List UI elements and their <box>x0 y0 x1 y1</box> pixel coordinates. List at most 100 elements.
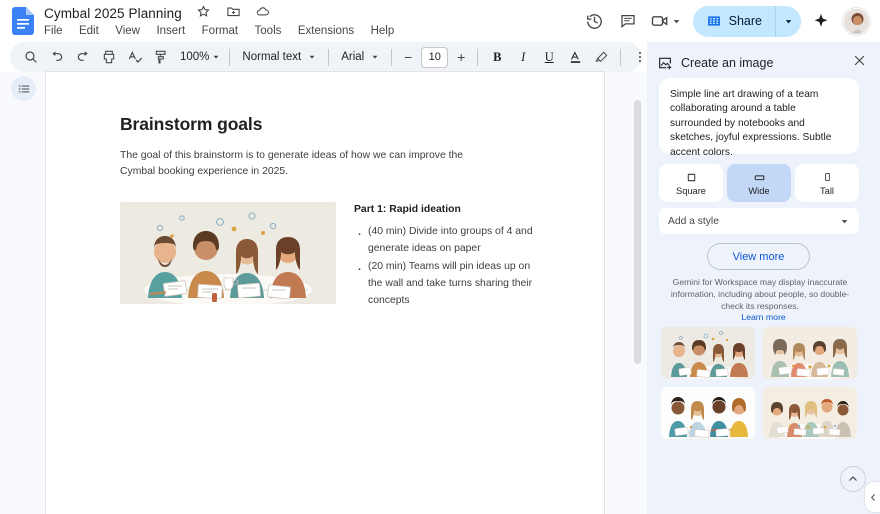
redo-icon[interactable] <box>70 45 96 69</box>
title-icon-group <box>196 4 280 22</box>
list-item: (20 min) Teams will pin ideas up on the … <box>354 259 540 310</box>
page-title: Brainstorm goals <box>120 114 544 135</box>
print-icon[interactable] <box>96 45 122 69</box>
menu-tools[interactable]: Tools <box>255 25 282 37</box>
font-size-increase-button[interactable]: + <box>451 46 471 68</box>
left-rail <box>0 72 46 514</box>
toolbar-divider <box>620 49 621 66</box>
bullet-list: (40 min) Divide into groups of 4 and gen… <box>354 224 540 309</box>
generated-image-4[interactable] <box>763 387 857 439</box>
toolbar-divider <box>328 49 329 66</box>
share-button[interactable]: Share <box>693 6 801 37</box>
ideation-section: Part 1: Rapid ideation (40 min) Divide i… <box>354 202 540 310</box>
text-color-icon[interactable] <box>562 45 588 69</box>
menu-file[interactable]: File <box>44 25 63 37</box>
inserted-image[interactable] <box>120 202 336 304</box>
collapse-panel-handle[interactable] <box>865 482 880 512</box>
underline-button[interactable]: U <box>536 45 562 69</box>
move-to-folder-icon[interactable] <box>226 4 243 21</box>
undo-icon[interactable] <box>44 45 70 69</box>
panel-title: Create an image <box>681 56 773 70</box>
chevron-down-icon <box>211 52 221 62</box>
version-history-icon[interactable] <box>580 6 610 36</box>
cloud-saved-icon[interactable] <box>255 4 272 21</box>
zoom-value: 100% <box>180 51 209 63</box>
document-outline-icon[interactable] <box>11 76 36 101</box>
bold-button[interactable]: B <box>484 45 510 69</box>
font-size-decrease-button[interactable]: − <box>398 46 418 68</box>
menu-insert[interactable]: Insert <box>156 25 185 37</box>
generated-image-1[interactable] <box>661 327 755 379</box>
toolbar-divider <box>229 49 230 66</box>
ratio-wide-label: Wide <box>748 186 769 196</box>
intro-paragraph: The goal of this brainstorm is to genera… <box>120 148 492 180</box>
add-style-dropdown[interactable]: Add a style <box>659 208 859 234</box>
comment-icon[interactable] <box>613 6 643 36</box>
menu-help[interactable]: Help <box>371 25 395 37</box>
menu-bar: File Edit View Insert Format Tools Exten… <box>44 21 406 39</box>
generated-results-grid <box>661 327 867 439</box>
google-docs-window: Cymbal 2025 Planning File Edit View Inse… <box>0 0 880 514</box>
spellcheck-icon[interactable] <box>122 45 148 69</box>
toolbar-divider <box>391 49 392 66</box>
add-style-label: Add a style <box>668 216 719 227</box>
docs-logo-icon[interactable] <box>12 7 34 35</box>
ratio-tall-button[interactable]: Tall <box>795 164 859 202</box>
paragraph-style-value: Normal text <box>242 51 301 63</box>
share-label: Share <box>729 14 762 28</box>
paragraph-style-dropdown[interactable]: Normal text <box>236 45 322 69</box>
document-canvas: Brainstorm goals The goal of this brains… <box>46 72 647 514</box>
font-size-input[interactable]: 10 <box>421 47 448 68</box>
star-icon[interactable] <box>196 4 213 21</box>
menu-extensions[interactable]: Extensions <box>298 25 354 37</box>
prompt-input[interactable]: Simple line art drawing of a team collab… <box>659 78 859 154</box>
ratio-square-label: Square <box>676 186 706 196</box>
font-size-stepper: − 10 + <box>398 46 471 68</box>
document-page[interactable]: Brainstorm goals The goal of this brains… <box>46 72 604 514</box>
menu-view[interactable]: View <box>115 25 140 37</box>
close-icon[interactable] <box>846 47 872 73</box>
font-family-dropdown[interactable]: Arial <box>335 45 385 69</box>
underline-label: U <box>545 50 554 65</box>
menu-edit[interactable]: Edit <box>79 25 99 37</box>
zoom-level-dropdown[interactable]: 100% <box>174 45 223 69</box>
learn-more-link[interactable]: Learn more <box>647 312 880 322</box>
ratio-square-button[interactable]: Square <box>659 164 723 202</box>
meet-video-button[interactable] <box>646 6 684 36</box>
formatting-toolbar: 100% Normal text Arial − 10 + B I U <box>10 42 642 72</box>
page-content: Brainstorm goals The goal of this brains… <box>46 72 604 310</box>
vertical-scrollbar[interactable] <box>634 100 641 364</box>
view-more-button[interactable]: View more <box>707 243 810 270</box>
menu-format[interactable]: Format <box>202 25 238 37</box>
chevron-up-icon <box>847 473 859 485</box>
ratio-tall-label: Tall <box>820 186 834 196</box>
bold-label: B <box>493 50 501 65</box>
share-org-icon <box>706 13 722 29</box>
chevron-down-icon <box>671 16 682 27</box>
wide-rect-icon <box>752 171 767 184</box>
avatar[interactable] <box>843 8 870 35</box>
top-bar: Cymbal 2025 Planning File Edit View Inse… <box>0 0 880 42</box>
list-item: (40 min) Divide into groups of 4 and gen… <box>354 224 540 258</box>
paint-format-icon[interactable] <box>148 45 174 69</box>
square-icon <box>685 171 698 184</box>
chevron-down-icon <box>307 52 317 62</box>
ratio-wide-button[interactable]: Wide <box>727 164 791 202</box>
gemini-sparkle-icon[interactable] <box>806 6 836 36</box>
italic-button[interactable]: I <box>510 45 536 69</box>
font-family-value: Arial <box>341 51 364 63</box>
chevron-down-icon <box>839 216 850 227</box>
create-image-panel: Create an image Simple line art drawing … <box>647 42 880 514</box>
scroll-up-button[interactable] <box>840 466 866 492</box>
share-dropdown-arrow[interactable] <box>776 6 801 37</box>
generated-image-2[interactable] <box>763 327 857 379</box>
document-title[interactable]: Cymbal 2025 Planning <box>44 6 182 21</box>
generated-image-3[interactable] <box>661 387 755 439</box>
panel-header: Create an image <box>647 47 880 79</box>
tall-rect-icon <box>822 170 833 184</box>
chevron-left-icon <box>869 493 878 502</box>
aspect-ratio-group: Square Wide Tall <box>659 164 859 202</box>
search-icon[interactable] <box>18 45 44 69</box>
highlight-icon[interactable] <box>588 45 614 69</box>
share-main[interactable]: Share <box>693 6 775 37</box>
